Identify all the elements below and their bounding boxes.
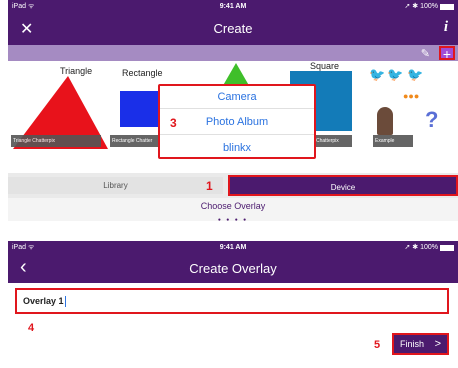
finish-button[interactable]: Finish > — [392, 333, 449, 355]
tile-caption: Example — [373, 135, 413, 147]
person-image — [377, 107, 393, 135]
page-title: Create Overlay — [189, 261, 277, 276]
chevron-right-icon: > — [434, 338, 441, 350]
annotation-5: 5 — [374, 339, 381, 351]
page-indicator[interactable]: ● ● ● ● — [8, 212, 458, 221]
triangle-image — [13, 76, 108, 149]
nav-bar: ✕ Create i — [8, 13, 458, 45]
tile-label: Square — [310, 61, 340, 71]
source-segmented-control: Library 1 Device — [8, 173, 458, 198]
bird-icon: 🐦 — [407, 67, 424, 82]
tab-library[interactable]: Library — [8, 177, 223, 194]
battery-icon — [440, 244, 454, 251]
battery-label: ➚ ✱ 100% — [404, 244, 438, 251]
bird-icon: 🐦 — [387, 67, 404, 82]
image-source-menu: Camera Photo Album blinkx 3 — [158, 84, 316, 159]
menu-item-photo-album[interactable]: Photo Album — [160, 116, 314, 128]
menu-item-blinkx[interactable]: blinkx — [160, 142, 314, 154]
choose-overlay-label: Choose Overlay — [200, 201, 266, 211]
fish-icon: ●●● — [403, 91, 420, 101]
overlay-toolbar: ✎ + — [8, 45, 458, 61]
overlay-tile-example[interactable]: 🐦 🐦 🐦 ●●● ? Example — [363, 61, 458, 173]
finish-label: Finish — [400, 339, 425, 349]
overlay-tile-triangle[interactable]: Triangle Triangle Chatterpix — [8, 61, 108, 173]
tile-label: Rectangle — [122, 68, 163, 78]
create-screen: iPad ᯤ 9:41 AM ➚ ✱ 100% ✕ Create i ✎ + 2… — [8, 0, 458, 221]
overlay-name-field[interactable]: Overlay 1 — [15, 288, 449, 314]
clock-label: 9:41 AM — [219, 3, 247, 10]
page-title: Create — [213, 21, 253, 36]
tile-caption: Chatterpix — [314, 135, 352, 147]
menu-divider — [160, 108, 314, 109]
battery-icon — [440, 3, 454, 10]
tile-caption: Triangle Chatterpix — [11, 135, 101, 147]
add-overlay-button[interactable]: + — [439, 46, 455, 61]
battery-indicator: ➚ ✱ 100% — [404, 241, 454, 254]
annotation-3: 3 — [170, 116, 177, 130]
question-mark-icon: ? — [425, 107, 439, 132]
overlay-name-value: Overlay 1 — [23, 296, 64, 306]
create-overlay-screen: iPad ᯤ 9:41 AM ➚ ✱ 100% ‹ Create Overlay… — [8, 241, 458, 368]
battery-indicator: ➚ ✱ 100% — [404, 0, 454, 13]
tab-device[interactable]: Device — [228, 175, 458, 196]
menu-divider — [160, 134, 314, 135]
nav-bar: ‹ Create Overlay — [8, 254, 458, 283]
bird-icon: 🐦 — [369, 67, 386, 82]
clock-label: 9:41 AM — [219, 244, 247, 251]
status-bar: iPad ᯤ 9:41 AM ➚ ✱ 100% — [8, 241, 458, 254]
info-icon[interactable]: i — [444, 19, 448, 36]
status-bar: iPad ᯤ 9:41 AM ➚ ✱ 100% — [8, 0, 458, 13]
annotation-1: 1 — [206, 179, 213, 193]
pencil-icon[interactable]: ✎ — [421, 47, 430, 60]
menu-item-camera[interactable]: Camera — [160, 91, 314, 103]
text-cursor — [64, 296, 66, 308]
battery-label: ➚ ✱ 100% — [404, 3, 438, 10]
annotation-4: 4 — [28, 322, 35, 334]
choose-overlay-footer: Choose Overlay ● ● ● ● — [8, 198, 458, 221]
